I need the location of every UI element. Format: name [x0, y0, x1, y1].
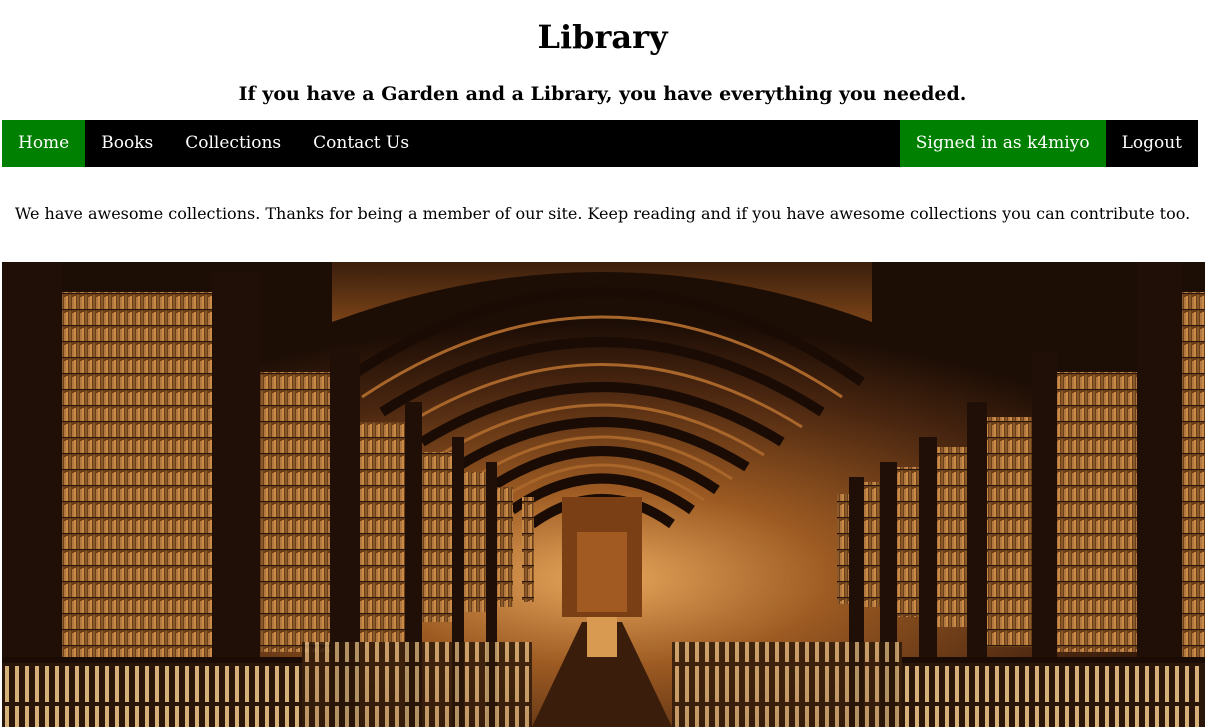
nav-right-group: Signed in as k4miyo Logout [899, 120, 1198, 167]
site-header: Library If you have a Garden and a Libra… [0, 0, 1205, 104]
intro-text: We have awesome collections. Thanks for … [14, 204, 1191, 223]
main-navbar: Home Books Collections Contact Us Signed… [2, 120, 1198, 167]
nav-collections-link[interactable]: Collections [169, 120, 297, 167]
nav-home-link[interactable]: Home [2, 120, 86, 167]
logout-link[interactable]: Logout [1106, 120, 1198, 167]
nav-contact-link[interactable]: Contact Us [297, 120, 425, 167]
signed-in-user-link[interactable]: Signed in as k4miyo [899, 120, 1106, 167]
library-hero-image [2, 262, 1205, 727]
nav-books-link[interactable]: Books [85, 120, 169, 167]
library-hall-illustration [2, 262, 1205, 727]
site-title: Library [537, 18, 668, 56]
site-tagline: If you have a Garden and a Library, you … [238, 83, 967, 105]
nav-left-group: Home Books Collections Contact Us [2, 120, 425, 167]
